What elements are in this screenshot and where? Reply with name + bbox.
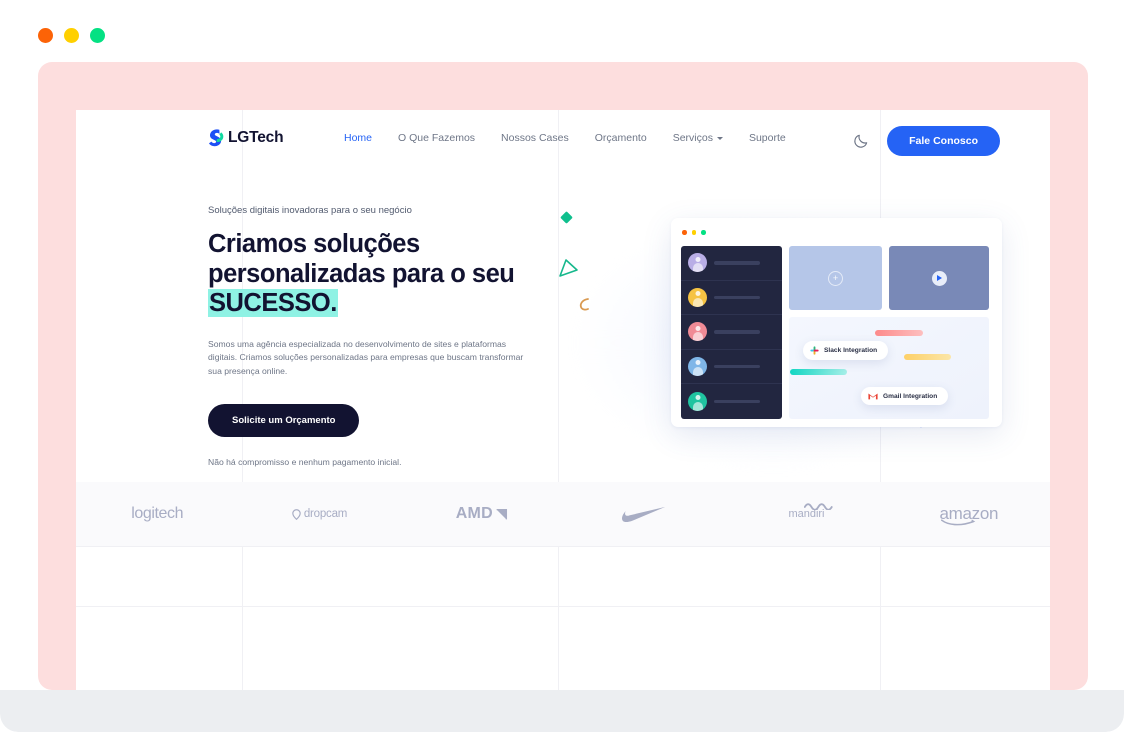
hero-title-highlight: SUCESSO. <box>208 289 338 317</box>
user-avatar-icon <box>688 392 707 412</box>
user-avatar-icon <box>688 253 707 273</box>
hero-copy: Soluções digitais inovadoras para o seu … <box>208 205 538 467</box>
slack-integration-label: Slack Integration <box>824 347 878 354</box>
nav-link-o-que-fazemos[interactable]: O Que Fazemos <box>398 132 475 144</box>
mockup-contact-list <box>681 246 782 419</box>
nav-links: Home O Que Fazemos Nossos Cases Orçament… <box>344 132 786 144</box>
gmail-integration-chip[interactable]: Gmail Integration <box>861 387 949 405</box>
browser-window: LGTech Home O Que Fazemos Nossos Cases O… <box>0 0 1124 732</box>
green-triangle-icon <box>559 259 578 277</box>
orange-arc-icon <box>579 298 589 311</box>
nav-actions: Fale Conosco <box>853 126 1000 156</box>
close-window-button[interactable] <box>38 28 53 43</box>
hero-fineprint: Não há compromisso e nenhum pagamento in… <box>208 457 402 467</box>
play-circle-icon <box>931 270 947 286</box>
hero-title: Criamos soluções personalizadas para o s… <box>208 230 538 319</box>
site-navbar: LGTech Home O Que Fazemos Nossos Cases O… <box>76 110 1050 170</box>
logo-amazon-wrap: amazon <box>939 504 998 526</box>
list-item[interactable] <box>681 350 782 385</box>
amazon-smile-icon <box>941 519 976 526</box>
placeholder-line <box>714 330 760 334</box>
logo-amazon: amazon <box>888 504 1050 526</box>
logo-logitech: logitech <box>76 505 238 523</box>
logo-dropcam-label: dropcam <box>303 508 348 520</box>
nav-link-orcamento[interactable]: Orçamento <box>595 132 647 144</box>
hero-eyebrow: Soluções digitais inovadoras para o seu … <box>208 205 412 216</box>
progress-bar-yellow <box>904 354 951 360</box>
moon-icon[interactable] <box>853 133 869 149</box>
amd-arrow-icon <box>496 508 507 519</box>
mockup-dot-yellow <box>691 230 697 235</box>
logo-amd: AMD <box>401 505 563 523</box>
dropcam-pin-icon <box>292 508 301 520</box>
hero-title-line-2: personalizadas para o seu <box>208 259 515 288</box>
mandiri-waves-icon <box>803 503 833 510</box>
brand-name: LGTech <box>228 128 284 146</box>
grid-divider-row3 <box>76 606 1050 607</box>
integrations-panel: Slack Integration Gmail Integration <box>789 317 989 419</box>
window-controls <box>38 28 105 43</box>
lgtech-swoosh-icon <box>208 129 224 147</box>
video-card[interactable] <box>889 246 989 310</box>
logo-logitech-label: logitech <box>131 505 184 522</box>
list-item[interactable] <box>681 281 782 316</box>
list-item[interactable] <box>681 384 782 419</box>
mockup-dot-green <box>701 230 706 235</box>
logo-mandiri: mandiri <box>725 503 887 520</box>
nav-link-nossos-cases[interactable]: Nossos Cases <box>501 132 569 144</box>
logo-dropcam: dropcam <box>238 508 400 520</box>
user-avatar-icon <box>688 287 707 307</box>
contact-us-button[interactable]: Fale Conosco <box>887 126 1000 156</box>
dashboard-mockup: + Slack Integration Gmail Integration <box>671 218 1002 427</box>
add-media-card[interactable]: + <box>789 246 882 310</box>
progress-bar-red <box>875 330 923 336</box>
hero-paragraph: Somos uma agência especializada no desen… <box>208 338 524 376</box>
gmail-icon <box>868 393 878 400</box>
slack-icon <box>810 346 819 355</box>
nav-link-suporte[interactable]: Suporte <box>749 132 786 144</box>
nike-swoosh-icon <box>622 506 666 522</box>
placeholder-line <box>714 399 760 404</box>
green-diamond-icon <box>560 211 573 224</box>
request-quote-button[interactable]: Solicite um Orçamento <box>208 404 360 437</box>
mockup-window-dots <box>682 230 706 235</box>
brand-logo[interactable]: LGTech <box>206 128 284 147</box>
website-viewport: LGTech Home O Que Fazemos Nossos Cases O… <box>76 110 1050 690</box>
maximize-window-button[interactable] <box>90 28 105 43</box>
user-avatar-icon <box>688 322 707 342</box>
hero-title-line-1: Criamos soluções <box>208 230 420 258</box>
logo-amd-label: AMD <box>455 505 493 522</box>
window-titlebar <box>0 0 1124 58</box>
placeholder-line <box>714 295 760 300</box>
nav-link-servicos[interactable]: Serviços <box>673 132 723 144</box>
list-item[interactable] <box>681 246 782 281</box>
logo-mandiri-wrap: mandiri <box>788 503 833 520</box>
logo-amd-wrap: AMD <box>456 505 508 523</box>
progress-bar-teal <box>790 369 847 375</box>
plus-circle-icon: + <box>828 270 843 286</box>
gmail-integration-label: Gmail Integration <box>883 392 938 400</box>
device-bottom-bar <box>0 690 1124 732</box>
nav-link-home[interactable]: Home <box>344 132 372 144</box>
mockup-dot-red <box>682 230 687 235</box>
placeholder-line <box>714 364 760 369</box>
user-avatar-icon <box>688 357 707 377</box>
minimize-window-button[interactable] <box>64 28 79 43</box>
logo-dropcam-wrap: dropcam <box>292 508 347 520</box>
chevron-down-icon <box>716 136 723 140</box>
logo-nike <box>563 506 725 523</box>
placeholder-line <box>714 261 760 265</box>
hero-illustration: + Slack Integration Gmail Integration <box>558 190 1018 520</box>
grid-divider-row2 <box>76 546 1050 547</box>
client-logos-strip: logitech dropcam AMD mandiri amazon <box>76 482 1050 546</box>
list-item[interactable] <box>681 315 782 350</box>
slack-integration-chip[interactable]: Slack Integration <box>803 341 889 360</box>
nav-link-servicos-label: Serviços <box>672 132 713 144</box>
